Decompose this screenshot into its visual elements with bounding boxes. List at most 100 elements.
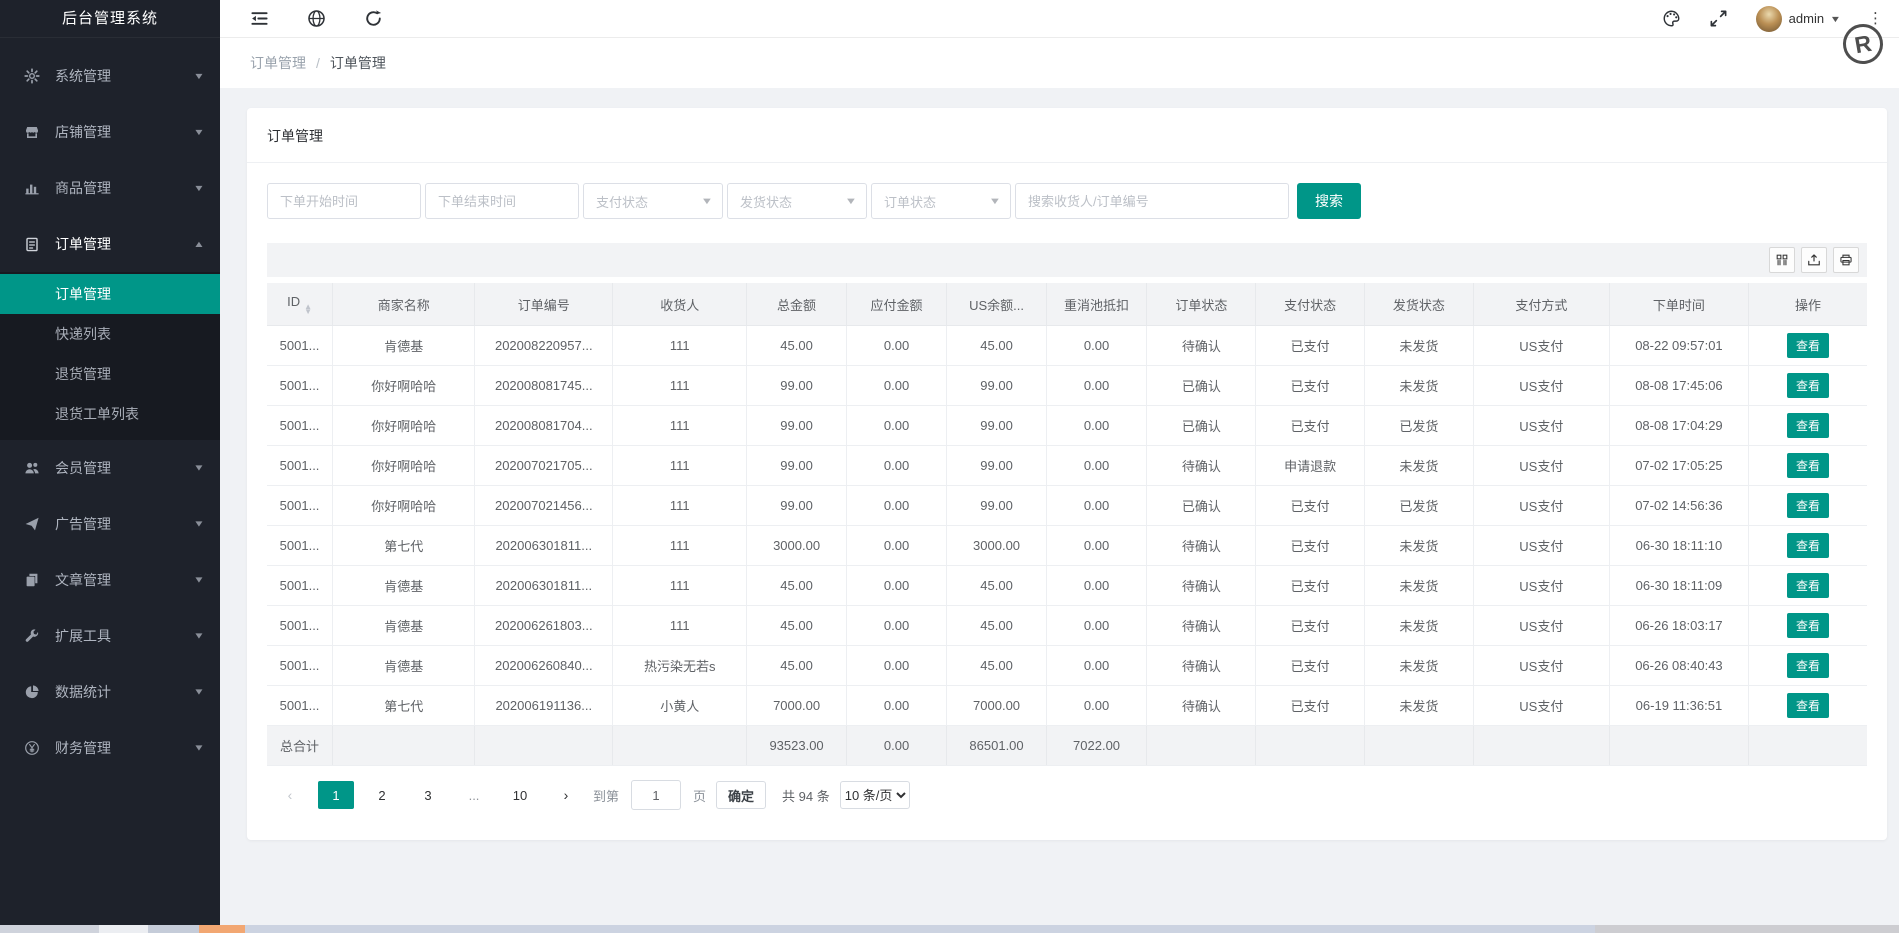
cell-order_no: 202006191136... [475, 686, 613, 726]
search-button[interactable]: 搜索 [1297, 183, 1361, 219]
more-vert-icon[interactable]: ⋮ [1868, 11, 1883, 26]
sidebar-item-label: 广告管理 [55, 514, 194, 534]
cell-total: 45.00 [747, 646, 846, 686]
cell-payable: 0.00 [846, 566, 947, 606]
chevron-down-icon: ▼ [1830, 14, 1842, 24]
cell-payable: 0.00 [846, 406, 947, 446]
cell-action: 查看 [1749, 526, 1867, 566]
cell-order_status: 待确认 [1147, 326, 1256, 366]
totals-cell [1147, 726, 1256, 766]
refresh-icon[interactable] [364, 9, 383, 28]
avatar[interactable] [1756, 6, 1782, 32]
cell-order_status: 待确认 [1147, 526, 1256, 566]
page-buttons: 123...10 [313, 781, 543, 809]
end-time-input[interactable] [425, 183, 579, 219]
sidebar-item-广告管理[interactable]: 广告管理▼ [0, 496, 220, 552]
page-button-1[interactable]: 1 [318, 781, 354, 809]
sidebar-item-订单管理[interactable]: 订单管理▲ [0, 216, 220, 272]
page-size-select[interactable]: 10 条/页 [840, 781, 910, 809]
view-button[interactable]: 查看 [1787, 373, 1829, 398]
cell-pay_method: US支付 [1473, 366, 1609, 406]
view-button[interactable]: 查看 [1787, 413, 1829, 438]
sidebar-item-系统管理[interactable]: 系统管理▼ [0, 48, 220, 104]
cell-receiver: 111 [613, 526, 747, 566]
sidebar-subitem-订单管理[interactable]: 订单管理 [0, 274, 220, 314]
filter-select-支付状态[interactable]: 支付状态▼ [583, 183, 723, 219]
cell-payable: 0.00 [846, 326, 947, 366]
sidebar-subitem-退货管理[interactable]: 退货管理 [0, 354, 220, 394]
breadcrumb-parent[interactable]: 订单管理 [250, 53, 306, 73]
column-header-商家名称: 商家名称 [333, 283, 475, 326]
sidebar-item-文章管理[interactable]: 文章管理▼ [0, 552, 220, 608]
cell-order_status: 已确认 [1147, 366, 1256, 406]
page-button-3[interactable]: 3 [410, 781, 446, 809]
sidebar-subitem-退货工单列表[interactable]: 退货工单列表 [0, 394, 220, 434]
cell-merchant: 你好啊哈哈 [333, 446, 475, 486]
filter-select-订单状态[interactable]: 订单状态▼ [871, 183, 1011, 219]
sidebar-item-数据统计[interactable]: 数据统计▼ [0, 664, 220, 720]
cell-payable: 0.00 [846, 446, 947, 486]
sidebar-item-财务管理[interactable]: 财务管理▼ [0, 720, 220, 776]
cell-action: 查看 [1749, 606, 1867, 646]
cell-order_no: 202006260840... [475, 646, 613, 686]
page-jump-input[interactable] [631, 780, 681, 810]
cell-payable: 0.00 [846, 686, 947, 726]
page-button-10[interactable]: 10 [502, 781, 538, 809]
sidebar-subitem-快递列表[interactable]: 快递列表 [0, 314, 220, 354]
horizontal-scrollbar[interactable] [0, 925, 1899, 933]
cell-action: 查看 [1749, 366, 1867, 406]
table-row: 5001...你好啊哈哈202007021705...11199.000.009… [267, 446, 1867, 486]
cell-pay_status: 已支付 [1256, 486, 1365, 526]
globe-icon[interactable] [307, 9, 326, 28]
sidebar-item-会员管理[interactable]: 会员管理▼ [0, 440, 220, 496]
view-button[interactable]: 查看 [1787, 653, 1829, 678]
confirm-button[interactable]: 确定 [716, 781, 766, 809]
chevron-down-icon: ▼ [701, 196, 714, 206]
table-row: 5001...你好啊哈哈202008081704...11199.000.009… [267, 406, 1867, 446]
table-header-row: ID▲▼商家名称订单编号收货人总金额应付金额US余额...重消池抵扣订单状态支付… [267, 283, 1867, 326]
view-button[interactable]: 查看 [1787, 453, 1829, 478]
sidebar-item-店铺管理[interactable]: 店铺管理▼ [0, 104, 220, 160]
search-input[interactable] [1015, 183, 1289, 219]
cell-pool_deduct: 0.00 [1046, 406, 1147, 446]
cell-merchant: 肯德基 [333, 566, 475, 606]
prev-page-button[interactable]: ‹ [272, 781, 308, 809]
view-button[interactable]: 查看 [1787, 533, 1829, 558]
cell-created: 06-26 08:40:43 [1609, 646, 1748, 686]
page-title: 订单管理 [247, 126, 1887, 163]
view-button[interactable]: 查看 [1787, 573, 1829, 598]
cell-pay_status: 已支付 [1256, 566, 1365, 606]
cell-ship_status: 未发货 [1365, 606, 1474, 646]
cell-order_no: 202006301811... [475, 566, 613, 606]
user-menu[interactable]: admin ▼ [1756, 6, 1840, 32]
start-time-input[interactable] [267, 183, 421, 219]
sidebar-item-label: 店铺管理 [55, 122, 194, 142]
sort-icon[interactable]: ▲▼ [304, 304, 312, 314]
sidebar-item-label: 系统管理 [55, 66, 194, 86]
sidebar-item-扩展工具[interactable]: 扩展工具▼ [0, 608, 220, 664]
column-header-US余额...: US余额... [947, 283, 1046, 326]
sidebar-item-label: 订单管理 [55, 234, 194, 254]
filter-select-发货状态[interactable]: 发货状态▼ [727, 183, 867, 219]
cell-id: 5001... [267, 606, 333, 646]
print-button[interactable] [1833, 247, 1859, 273]
fullscreen-icon[interactable] [1709, 9, 1728, 28]
palette-icon[interactable] [1662, 9, 1681, 28]
collapse-menu-icon[interactable] [250, 9, 269, 28]
view-button[interactable]: 查看 [1787, 493, 1829, 518]
columns-button[interactable] [1769, 247, 1795, 273]
cell-receiver: 111 [613, 446, 747, 486]
export-button[interactable] [1801, 247, 1827, 273]
sidebar-item-商品管理[interactable]: 商品管理▼ [0, 160, 220, 216]
column-header-支付方式: 支付方式 [1473, 283, 1609, 326]
column-header-ID[interactable]: ID▲▼ [267, 283, 333, 326]
table-row: 5001...肯德基202008220957...11145.000.0045.… [267, 326, 1867, 366]
chevron-down-icon: ▼ [193, 463, 205, 473]
next-page-button[interactable]: › [548, 781, 584, 809]
view-button[interactable]: 查看 [1787, 613, 1829, 638]
view-button[interactable]: 查看 [1787, 693, 1829, 718]
page-button-2[interactable]: 2 [364, 781, 400, 809]
users-icon [24, 460, 42, 476]
view-button[interactable]: 查看 [1787, 333, 1829, 358]
cell-merchant: 你好啊哈哈 [333, 406, 475, 446]
